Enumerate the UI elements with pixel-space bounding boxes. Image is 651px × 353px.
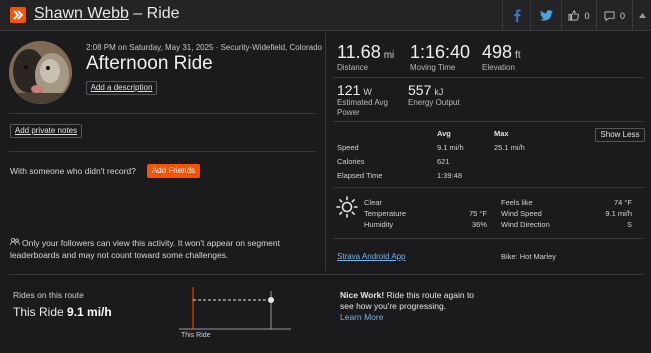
learn-more-link[interactable]: Learn More — [340, 312, 383, 322]
show-less-button[interactable]: Show Less — [595, 128, 645, 142]
elevation-label: Elevation — [482, 63, 515, 72]
divider — [333, 121, 644, 122]
comment-button[interactable]: 0 — [597, 0, 632, 31]
moving-time-stat: 1:16:40 — [410, 42, 471, 62]
wind-speed-label: Wind Speed — [501, 209, 542, 218]
detail-avg-elapsed-time: 1:39:48 — [437, 171, 463, 180]
feels-like-value: 74 °F — [613, 198, 632, 207]
energy-label: Energy Output — [408, 98, 460, 107]
divider — [333, 238, 644, 239]
chart-this-ride-label: This Ride — [181, 332, 211, 339]
detail-label-speed: Speed — [337, 143, 359, 152]
divider — [333, 187, 644, 188]
kudos-count: 0 — [584, 10, 590, 21]
strava-logo-icon[interactable] — [10, 7, 26, 23]
divider — [9, 274, 644, 275]
facebook-icon — [513, 9, 520, 22]
route-comparison-chart — [179, 287, 291, 330]
add-description-button[interactable]: Add a description — [86, 81, 157, 95]
col-header-max: Max — [494, 129, 509, 138]
comment-count: 0 — [619, 10, 625, 21]
activity-title: Afternoon Ride — [86, 53, 213, 74]
detail-label-elapsed-time: Elapsed Time — [337, 171, 383, 180]
divider — [333, 77, 644, 78]
kudos-button[interactable]: 0 — [562, 0, 596, 31]
route-heading: Rides on this route — [13, 290, 84, 300]
add-private-notes-button[interactable]: Add private notes — [10, 124, 82, 138]
detail-avg-speed: 9.1 mi/h — [437, 143, 464, 152]
weather-condition: Clear — [364, 198, 382, 207]
activity-meta: 2:08 PM on Saturday, May 31, 2025 · Secu… — [86, 43, 322, 52]
twitter-icon — [539, 10, 553, 21]
nice-work-line-1: Nice Work! Ride this route again to — [340, 290, 475, 300]
chart-this-ride-point[interactable] — [268, 297, 274, 303]
divider — [9, 151, 316, 152]
bike-info: Bike: Hot Marley — [501, 252, 557, 261]
energy-stat: 557 kJ — [408, 82, 444, 98]
feels-like-label: Feels like — [501, 198, 533, 207]
sun-icon — [336, 196, 358, 218]
moving-time-label: Moving Time — [410, 63, 456, 72]
share-facebook-button[interactable] — [503, 0, 530, 31]
privacy-notice-line-2: leaderboards and may not count toward so… — [10, 250, 229, 260]
share-twitter-button[interactable] — [531, 0, 561, 31]
column-divider — [325, 33, 326, 271]
page-title: Shawn Webb – Ride — [34, 5, 180, 23]
wind-speed-value: 9.1 mi/h — [605, 209, 632, 218]
page-header: Shawn Webb – Ride 0 0 — [0, 0, 651, 31]
device-app-link[interactable]: Strava Android App — [337, 252, 406, 261]
divider — [9, 113, 316, 114]
power-label: Estimated Avg Power — [337, 98, 388, 117]
detail-max-speed: 25.1 mi/h — [494, 143, 525, 152]
with-someone-text: With someone who didn't record? — [10, 166, 136, 176]
col-header-avg: Avg — [437, 129, 451, 138]
athlete-avatar[interactable] — [9, 41, 72, 104]
privacy-notice-line-1: Only your followers can view this activi… — [22, 238, 280, 248]
detail-avg-calories: 621 — [437, 157, 450, 166]
wind-direction-value: S — [626, 220, 632, 229]
nice-work-line-2: see how you're progressing. — [340, 301, 447, 311]
humidity-value: 36% — [471, 220, 487, 229]
athlete-name-link[interactable]: Shawn Webb — [34, 5, 129, 22]
this-ride-stat: This Ride 9.1 mi/h — [13, 305, 112, 319]
thumbs-up-icon — [568, 10, 580, 21]
title-suffix: – Ride — [128, 5, 180, 22]
caret-up-icon — [638, 13, 646, 18]
distance-label: Distance — [337, 63, 369, 72]
distance-stat: 11.68 mi — [337, 42, 395, 62]
followers-icon — [10, 238, 20, 246]
detail-label-calories: Calories — [337, 157, 365, 166]
elevation-stat: 498 ft — [482, 42, 521, 62]
wind-direction-label: Wind Direction — [501, 220, 550, 229]
comment-icon — [604, 11, 615, 21]
add-friends-button[interactable]: Add Friends — [147, 164, 200, 178]
power-stat: 121 W — [337, 82, 372, 98]
collapse-button[interactable] — [633, 0, 651, 31]
temperature-value: 75 °F — [468, 209, 487, 218]
humidity-label: Humidity — [364, 220, 394, 229]
temperature-label: Temperature — [364, 209, 407, 218]
